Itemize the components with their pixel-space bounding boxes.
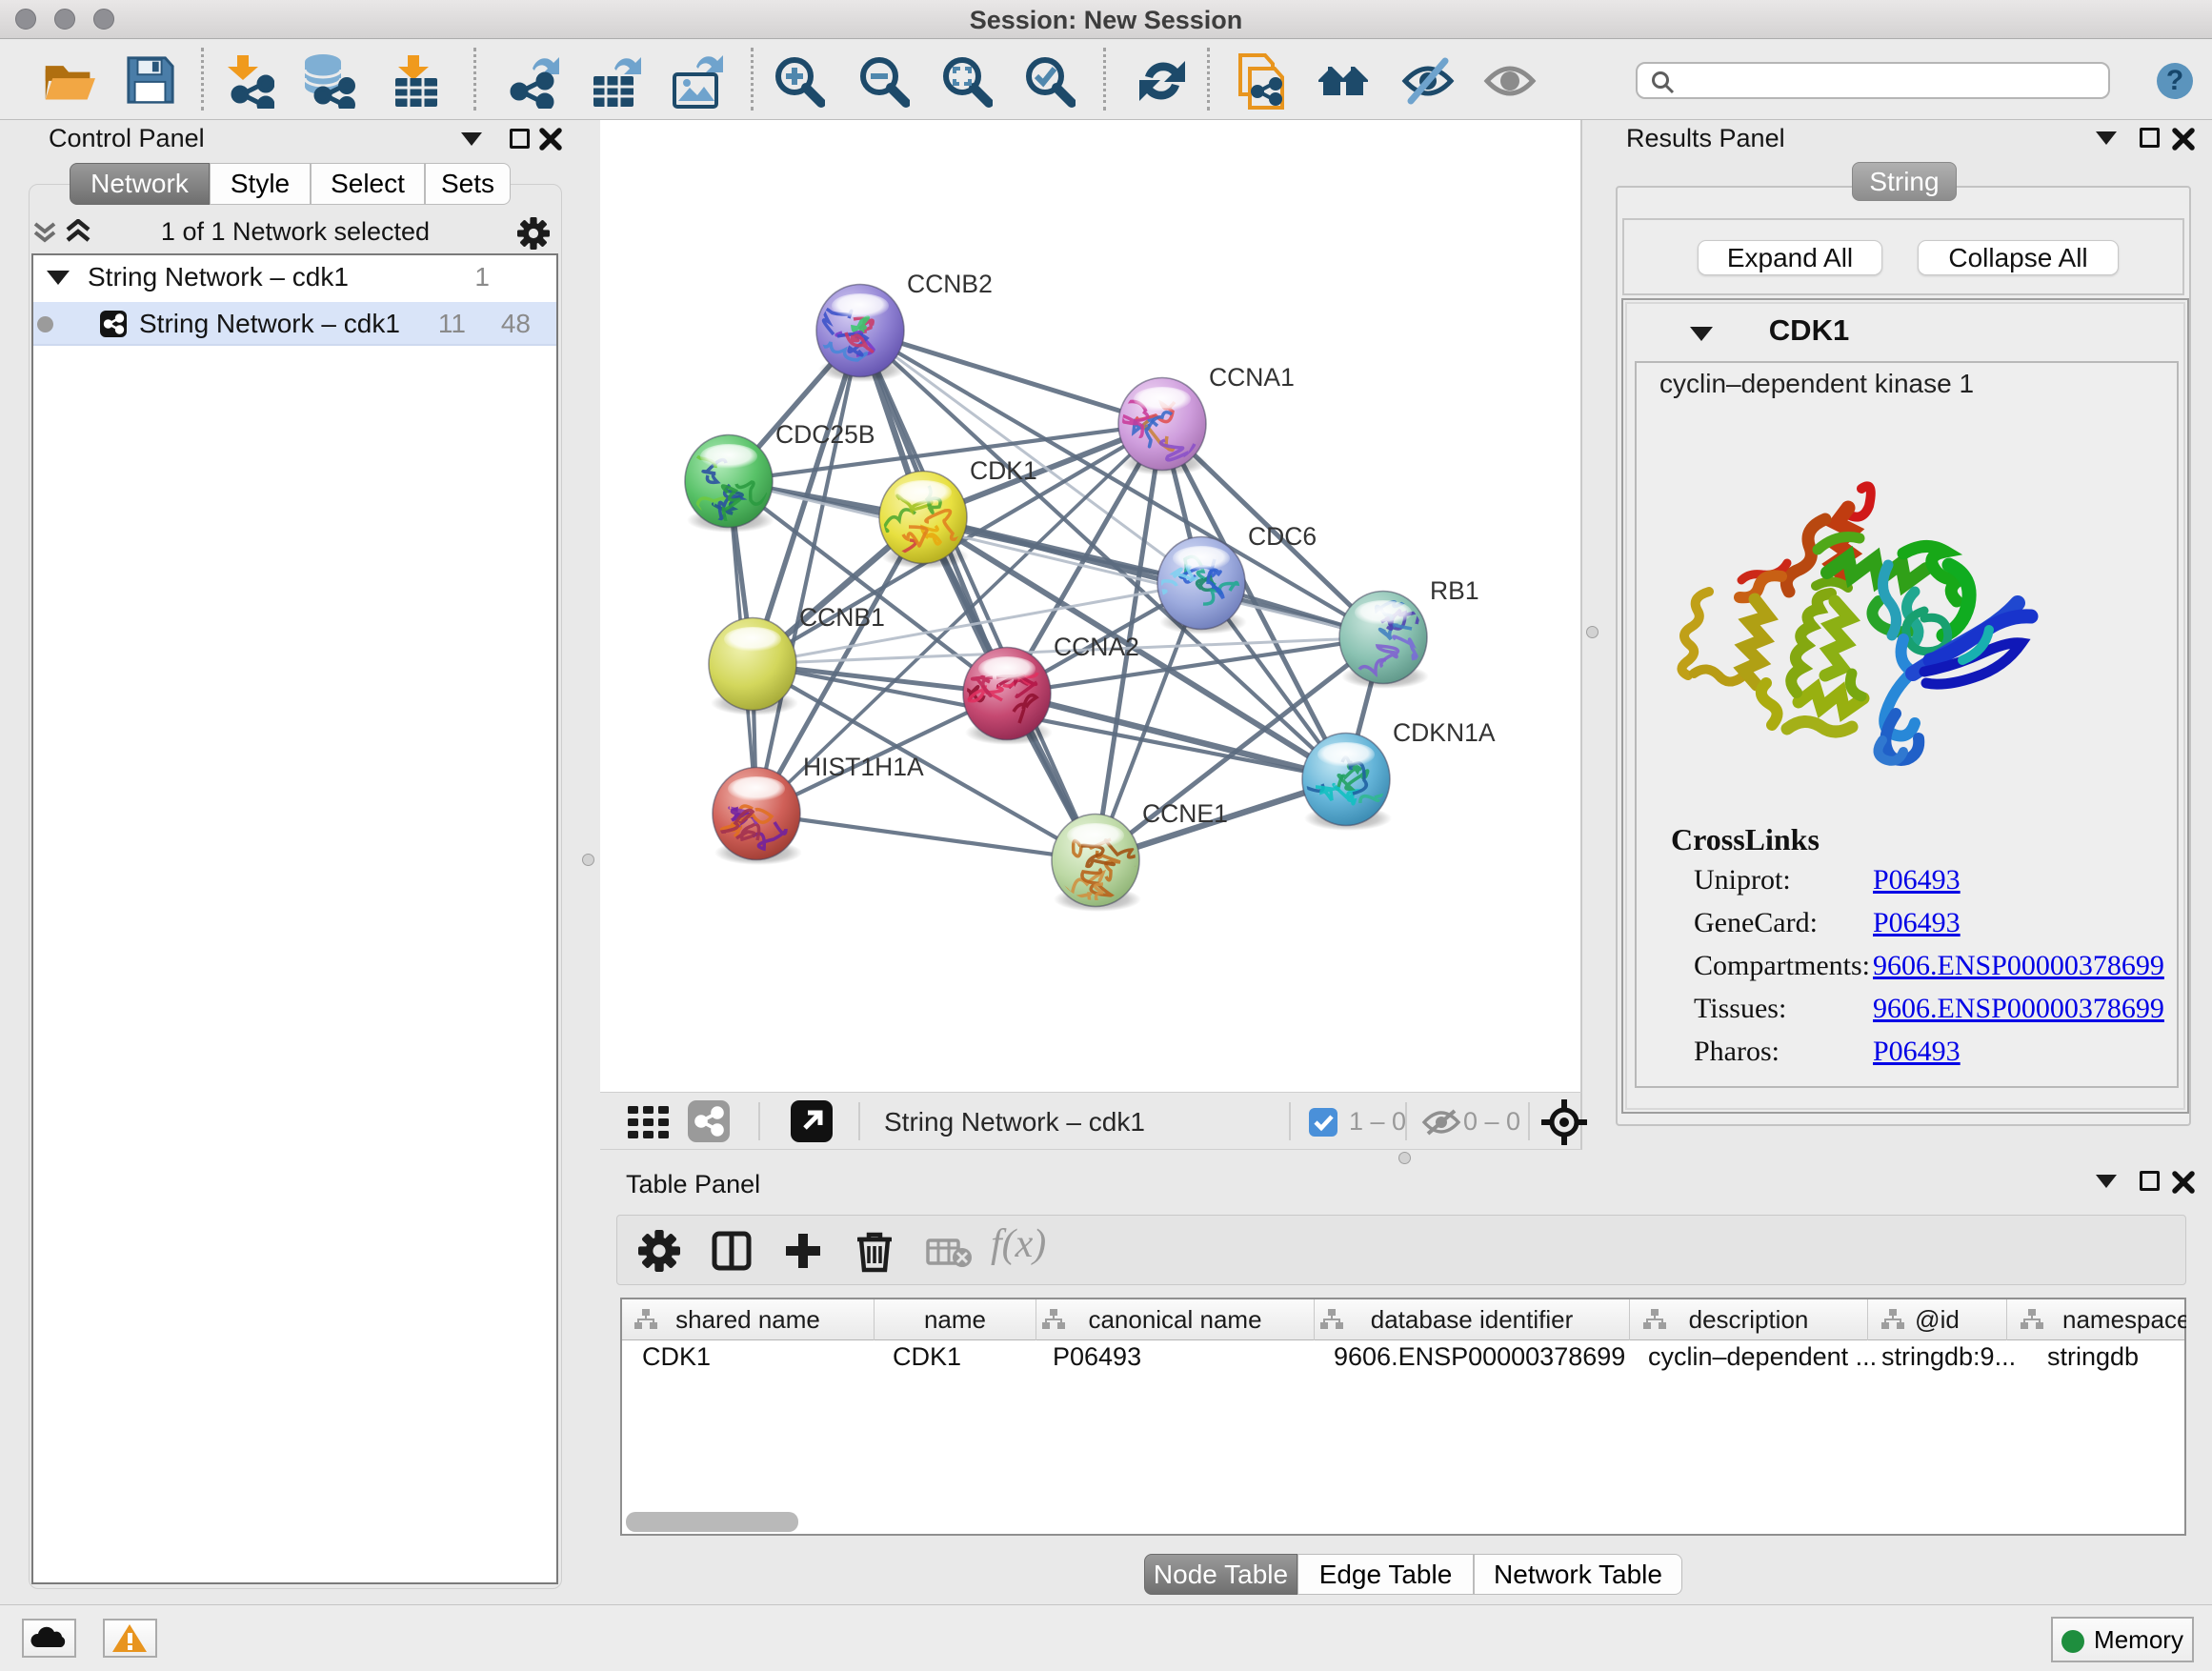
svg-text:CCNB1: CCNB1 [799, 603, 885, 632]
svg-text:RB1: RB1 [1430, 576, 1479, 605]
svg-text:CDC6: CDC6 [1248, 522, 1317, 551]
svg-text:CDC25B: CDC25B [775, 420, 875, 449]
svg-text:CCNB2: CCNB2 [907, 270, 993, 298]
svg-text:CCNE1: CCNE1 [1142, 799, 1228, 828]
svg-text:CCNA1: CCNA1 [1209, 363, 1295, 392]
svg-text:HIST1H1A: HIST1H1A [803, 753, 924, 781]
svg-text:CDK1: CDK1 [970, 456, 1037, 485]
svg-text:CDKN1A: CDKN1A [1393, 718, 1496, 747]
svg-text:CCNA2: CCNA2 [1054, 633, 1139, 661]
